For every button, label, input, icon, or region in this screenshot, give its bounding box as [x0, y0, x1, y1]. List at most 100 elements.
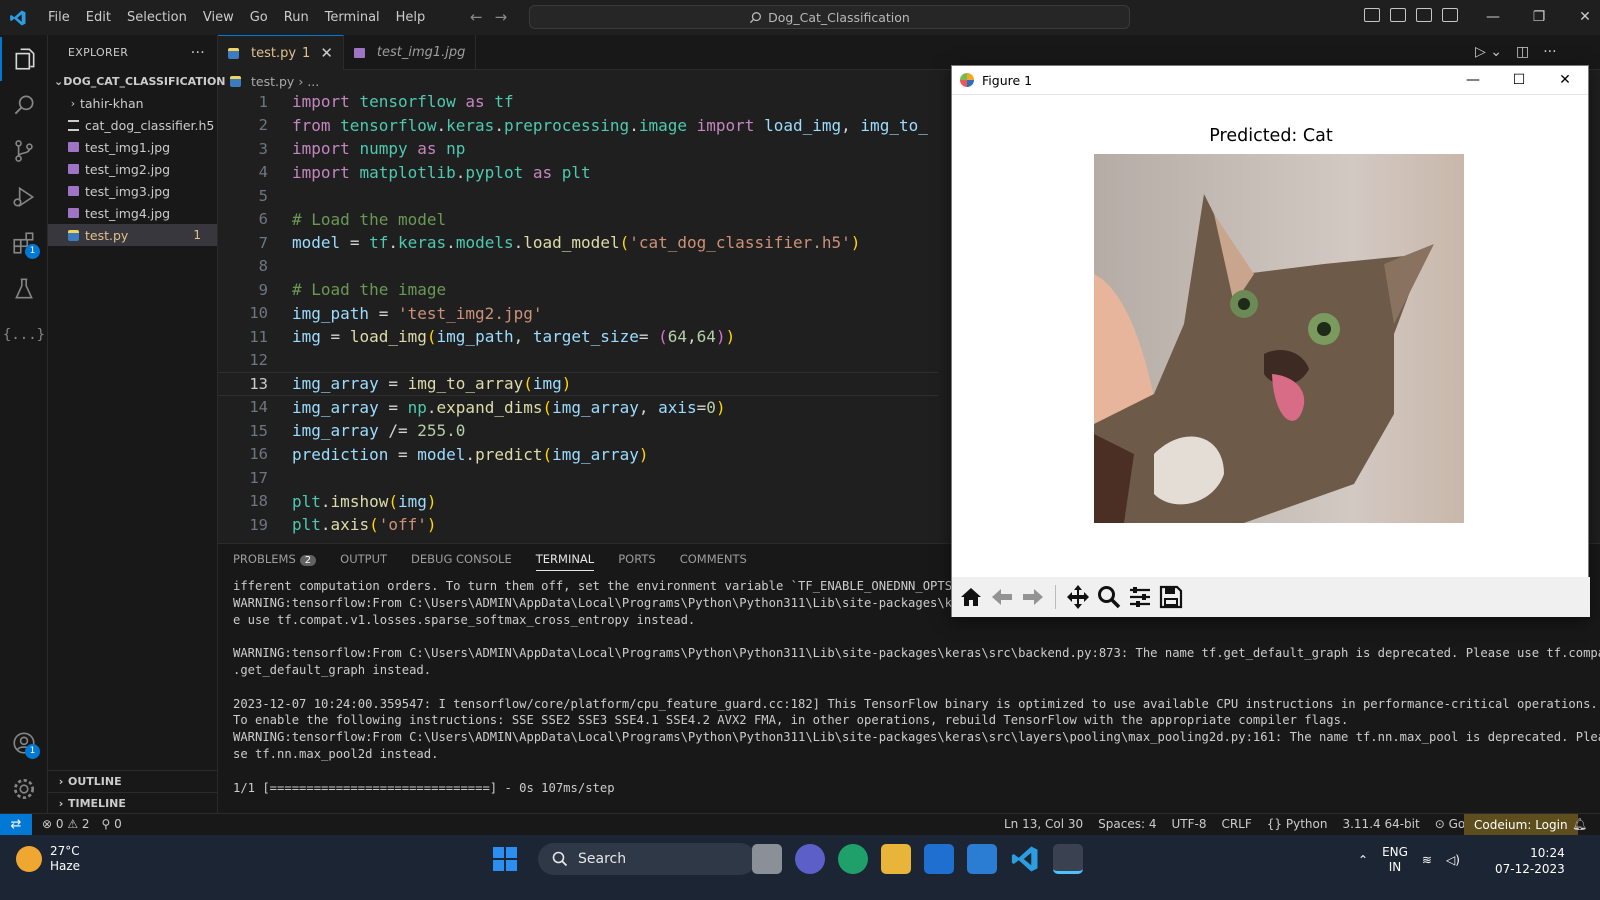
code-line[interactable]: 10 img_path = 'test_img2.jpg': [218, 302, 938, 326]
menu-run[interactable]: Run: [276, 0, 317, 35]
source-control-icon[interactable]: [0, 129, 48, 173]
code-line[interactable]: 5: [218, 184, 938, 208]
weather-widget[interactable]: 27°C Haze: [16, 844, 80, 874]
ports-status[interactable]: ⚲ 0: [102, 817, 122, 831]
json-braces-icon[interactable]: {...}: [0, 313, 48, 357]
tree-folder-tahir-khan[interactable]: › tahir-khan: [48, 92, 217, 114]
tree-file-img1[interactable]: test_img1.jpg: [48, 136, 217, 158]
customize-layout-icon[interactable]: [1442, 8, 1458, 22]
workspace-folder[interactable]: ⌄ DOG_CAT_CLASSIFICATION: [48, 70, 226, 92]
testing-icon[interactable]: [0, 267, 48, 311]
configure-subplots-icon[interactable]: [1127, 584, 1153, 610]
code-line[interactable]: 2 from tensorflow.keras.preprocessing.ima…: [218, 114, 938, 138]
tree-file-img4[interactable]: test_img4.jpg: [48, 202, 217, 224]
code-line[interactable]: 18 plt.imshow(img): [218, 490, 938, 514]
more-actions-icon[interactable]: ···: [191, 45, 205, 61]
cursor-position[interactable]: Ln 13, Col 30: [1004, 817, 1083, 831]
toggle-primary-sidebar-icon[interactable]: [1364, 8, 1380, 22]
tree-file-test-py[interactable]: test.py 1: [48, 224, 217, 246]
close-icon[interactable]: ✕: [1562, 0, 1600, 35]
figure-close-icon[interactable]: ✕: [1542, 66, 1588, 95]
code-line[interactable]: 4 import matplotlib.pyplot as plt: [218, 161, 938, 185]
menu-edit[interactable]: Edit: [78, 0, 119, 35]
tree-file-h5[interactable]: cat_dog_classifier.h5: [48, 114, 217, 136]
volume-icon[interactable]: ◁): [1446, 853, 1460, 867]
figure-maximize-icon[interactable]: ☐: [1496, 66, 1542, 95]
command-center[interactable]: Dog_Cat_Classification: [529, 5, 1130, 29]
indentation[interactable]: Spaces: 4: [1098, 817, 1156, 831]
account-icon[interactable]: 1: [0, 721, 48, 765]
pan-move-icon[interactable]: [1065, 584, 1091, 610]
code-line[interactable]: 6 # Load the model: [218, 208, 938, 232]
code-line[interactable]: 16 prediction = model.predict(img_array): [218, 443, 938, 467]
menu-view[interactable]: View: [195, 0, 242, 35]
code-line[interactable]: 11 img = load_img(img_path, target_size= …: [218, 325, 938, 349]
run-python-icon[interactable]: ▷ ⌄: [1475, 44, 1502, 60]
explorer-icon[interactable]: [0, 37, 48, 81]
python-interpreter[interactable]: 3.11.4 64-bit: [1342, 817, 1419, 831]
code-line[interactable]: 7 model = tf.keras.models.load_model('cat…: [218, 231, 938, 255]
codeium-login-button[interactable]: Codeium: Login: [1464, 814, 1578, 836]
toggle-secondary-sidebar-icon[interactable]: [1416, 8, 1432, 22]
taskbar-search-box[interactable]: Search: [538, 843, 756, 875]
panel-tab-problems[interactable]: PROBLEMS 2: [233, 552, 317, 571]
tree-file-img3[interactable]: test_img3.jpg: [48, 180, 217, 202]
settings-gear-icon[interactable]: [0, 767, 48, 811]
figure-minimize-icon[interactable]: —: [1450, 66, 1496, 95]
matplotlib-figure-taskbar-icon[interactable]: [1053, 844, 1083, 874]
panel-tab-comments[interactable]: COMMENTS: [680, 552, 747, 571]
vscode-taskbar-icon[interactable]: [1010, 844, 1040, 874]
tab-test-py[interactable]: test.py 1 ✕: [218, 35, 344, 70]
panel-tab-ports[interactable]: PORTS: [618, 552, 655, 571]
back-arrow-icon[interactable]: [989, 584, 1015, 610]
clock[interactable]: 10:24 07-12-2023: [1495, 845, 1565, 877]
menu-help[interactable]: Help: [388, 0, 434, 35]
show-hidden-icons-chevron-icon[interactable]: ⌃: [1358, 853, 1368, 867]
code-line[interactable]: 13 img_array = img_to_array(img): [218, 372, 938, 396]
extensions-icon[interactable]: 1: [0, 221, 48, 265]
windows-start-icon[interactable]: [490, 844, 520, 874]
breadcrumb-rest[interactable]: ...: [307, 74, 319, 89]
microsoft-store-icon[interactable]: [924, 844, 954, 874]
language-mode[interactable]: {} Python: [1267, 817, 1328, 831]
forward-arrow-icon[interactable]: [1020, 584, 1046, 610]
close-tab-icon[interactable]: ✕: [320, 44, 333, 62]
code-line[interactable]: 12: [218, 349, 938, 373]
task-view-icon[interactable]: [752, 844, 782, 874]
restore-icon[interactable]: ❐: [1516, 0, 1562, 35]
panel-tab-terminal[interactable]: TERMINAL: [535, 552, 595, 571]
save-figure-icon[interactable]: [1158, 584, 1184, 610]
code-line[interactable]: 17: [218, 466, 938, 490]
line-ending[interactable]: CRLF: [1221, 817, 1251, 831]
panel-tab-debug-console[interactable]: DEBUG CONSOLE: [411, 552, 512, 571]
file-explorer-icon[interactable]: [881, 844, 911, 874]
search-icon[interactable]: [0, 83, 48, 127]
outline-section[interactable]: › OUTLINE: [48, 770, 218, 792]
code-line[interactable]: 1 import tensorflow as tf: [218, 90, 938, 114]
menu-terminal[interactable]: Terminal: [317, 0, 388, 35]
encoding[interactable]: UTF-8: [1171, 817, 1206, 831]
tab-test-img1[interactable]: test_img1.jpg: [344, 35, 477, 70]
problems-status[interactable]: ⊗ 0 ⚠ 2: [42, 817, 90, 831]
breadcrumb-file[interactable]: test.py: [251, 74, 294, 89]
code-line[interactable]: 15 img_array /= 255.0: [218, 419, 938, 443]
code-line[interactable]: 19 plt.axis('off'): [218, 513, 938, 537]
panel-tab-output[interactable]: OUTPUT: [340, 552, 387, 571]
wifi-icon[interactable]: ≋: [1422, 853, 1432, 867]
code-line[interactable]: 9 # Load the image: [218, 278, 938, 302]
zoom-magnifier-icon[interactable]: [1096, 584, 1122, 610]
timeline-section[interactable]: › TIMELINE: [48, 792, 218, 814]
back-arrow-icon[interactable]: ←: [470, 8, 483, 26]
code-editor[interactable]: 1 import tensorflow as tf 2 from tensorflow…: [218, 90, 938, 542]
input-language[interactable]: ENG IN: [1382, 845, 1408, 875]
teams-chat-icon[interactable]: [795, 844, 825, 874]
menu-selection[interactable]: Selection: [119, 0, 195, 35]
more-actions-icon[interactable]: ···: [1543, 44, 1556, 60]
code-line[interactable]: 14 img_array = np.expand_dims(img_array, …: [218, 396, 938, 420]
menu-file[interactable]: File: [40, 0, 78, 35]
run-debug-icon[interactable]: [0, 175, 48, 219]
notifications-bell-icon[interactable]: 🔔︎: [1572, 817, 1587, 831]
code-line[interactable]: 8: [218, 255, 938, 279]
minimize-icon[interactable]: —: [1470, 0, 1516, 35]
home-icon[interactable]: [958, 584, 984, 610]
